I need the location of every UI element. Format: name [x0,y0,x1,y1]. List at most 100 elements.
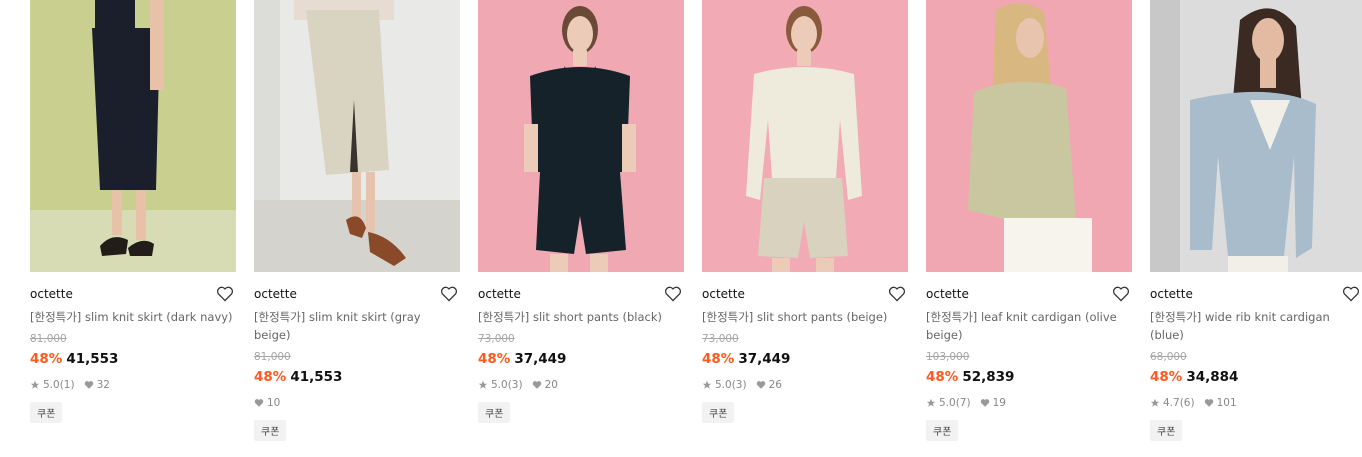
likes-group: 101 [1204,397,1237,409]
star-icon [926,398,936,407]
review-count: (3) [507,379,523,391]
sale-price: 37,449 [514,351,567,367]
brand-name[interactable]: octette [478,287,521,301]
product-stats: 5.0 (1) 32 [30,378,236,392]
product-card[interactable]: octette [한정특가] wide rib knit cardigan (b… [1150,0,1362,441]
star-icon [30,380,40,389]
likes-group: 19 [980,397,1006,409]
price-row: 48% 41,553 [254,368,460,386]
brand-name[interactable]: octette [926,287,969,301]
coupon-badge: 쿠폰 [30,402,63,423]
coupon-badge: 쿠폰 [926,420,959,441]
product-title[interactable]: [한정특가] wide rib knit cardigan (blue) [1150,308,1362,344]
heart-icon [756,381,765,389]
brand-name[interactable]: octette [30,287,73,301]
discount-rate: 48% [478,351,511,367]
product-image[interactable] [702,0,908,272]
product-stats: 5.0 (3) 20 [478,378,684,392]
product-image[interactable] [478,0,684,272]
product-card[interactable]: octette [한정특가] leaf knit cardigan (olive… [926,0,1132,441]
star-icon [1150,398,1160,407]
original-price: 73,000 [478,333,515,345]
product-photo [702,0,908,272]
product-stats: 5.0 (7) 19 [926,396,1132,410]
brand-name[interactable]: octette [1150,287,1193,301]
product-card[interactable]: octette [한정특가] slit short pants (black) … [478,0,684,441]
brand-name[interactable]: octette [254,287,297,301]
heart-icon [532,381,541,389]
star-icon [478,380,488,389]
product-card[interactable]: octette [한정특가] slim knit skirt (gray bei… [254,0,460,441]
likes-group: 10 [254,397,280,409]
coupon-badge: 쿠폰 [702,402,735,423]
like-count: 32 [96,379,110,391]
product-photo [30,0,236,272]
product-image[interactable] [926,0,1132,272]
product-stats: 5.0 (3) 26 [702,378,908,392]
rating-group: 5.0 (3) [478,379,523,391]
rating-group: 5.0 (7) [926,397,971,409]
product-title[interactable]: [한정특가] slit short pants (beige) [702,308,908,326]
wishlist-heart-icon[interactable] [440,286,458,302]
product-photo [926,0,1132,272]
like-count: 19 [992,397,1006,409]
product-title[interactable]: [한정특가] slim knit skirt (gray beige) [254,308,460,344]
brand-name[interactable]: octette [702,287,745,301]
product-photo [478,0,684,272]
price-row: 48% 37,449 [702,350,908,368]
rating-group: 5.0 (3) [702,379,747,391]
heart-icon [980,399,989,407]
original-price: 68,000 [1150,351,1187,363]
product-image[interactable] [1150,0,1362,272]
price-row: 48% 34,884 [1150,368,1362,386]
likes-group: 32 [84,379,110,391]
product-title[interactable]: [한정특가] slim knit skirt (dark navy) [30,308,236,326]
original-price: 81,000 [254,351,291,363]
price-row: 48% 41,553 [30,350,236,368]
product-photo [1150,0,1362,272]
sale-price: 37,449 [738,351,791,367]
rating-value: 5.0 [491,379,508,391]
review-count: (1) [59,379,75,391]
sale-price: 41,553 [66,351,119,367]
product-card[interactable]: octette [한정특가] slit short pants (beige) … [702,0,908,441]
review-count: (7) [955,397,971,409]
likes-group: 20 [532,379,558,391]
sale-price: 41,553 [290,369,343,385]
star-icon [702,380,712,389]
rating-value: 5.0 [715,379,732,391]
like-count: 10 [267,397,281,409]
product-image[interactable] [30,0,236,272]
discount-rate: 48% [702,351,735,367]
wishlist-heart-icon[interactable] [664,286,682,302]
heart-icon [1204,399,1213,407]
rating-group: 5.0 (1) [30,379,75,391]
rating-value: 5.0 [43,379,60,391]
product-stats: 4.7 (6) 101 [1150,396,1362,410]
review-count: (3) [731,379,747,391]
wishlist-heart-icon[interactable] [888,286,906,302]
wishlist-heart-icon[interactable] [216,286,234,302]
sale-price: 34,884 [1186,369,1239,385]
product-photo [254,0,460,272]
product-title[interactable]: [한정특가] slit short pants (black) [478,308,684,326]
product-title[interactable]: [한정특가] leaf knit cardigan (olive beige) [926,308,1132,344]
product-grid: octette [한정특가] slim knit skirt (dark nav… [30,0,1362,441]
rating-value: 4.7 [1163,397,1180,409]
rating-group: 4.7 (6) [1150,397,1195,409]
discount-rate: 48% [30,351,63,367]
like-count: 26 [768,379,782,391]
product-card[interactable]: octette [한정특가] slim knit skirt (dark nav… [30,0,236,441]
discount-rate: 48% [926,369,959,385]
discount-rate: 48% [254,369,287,385]
coupon-badge: 쿠폰 [478,402,511,423]
wishlist-heart-icon[interactable] [1342,286,1360,302]
review-count: (6) [1179,397,1195,409]
original-price: 103,000 [926,351,970,363]
wishlist-heart-icon[interactable] [1112,286,1130,302]
product-image[interactable] [254,0,460,272]
coupon-badge: 쿠폰 [254,420,287,441]
price-row: 48% 37,449 [478,350,684,368]
heart-icon [84,381,93,389]
sale-price: 52,839 [962,369,1015,385]
